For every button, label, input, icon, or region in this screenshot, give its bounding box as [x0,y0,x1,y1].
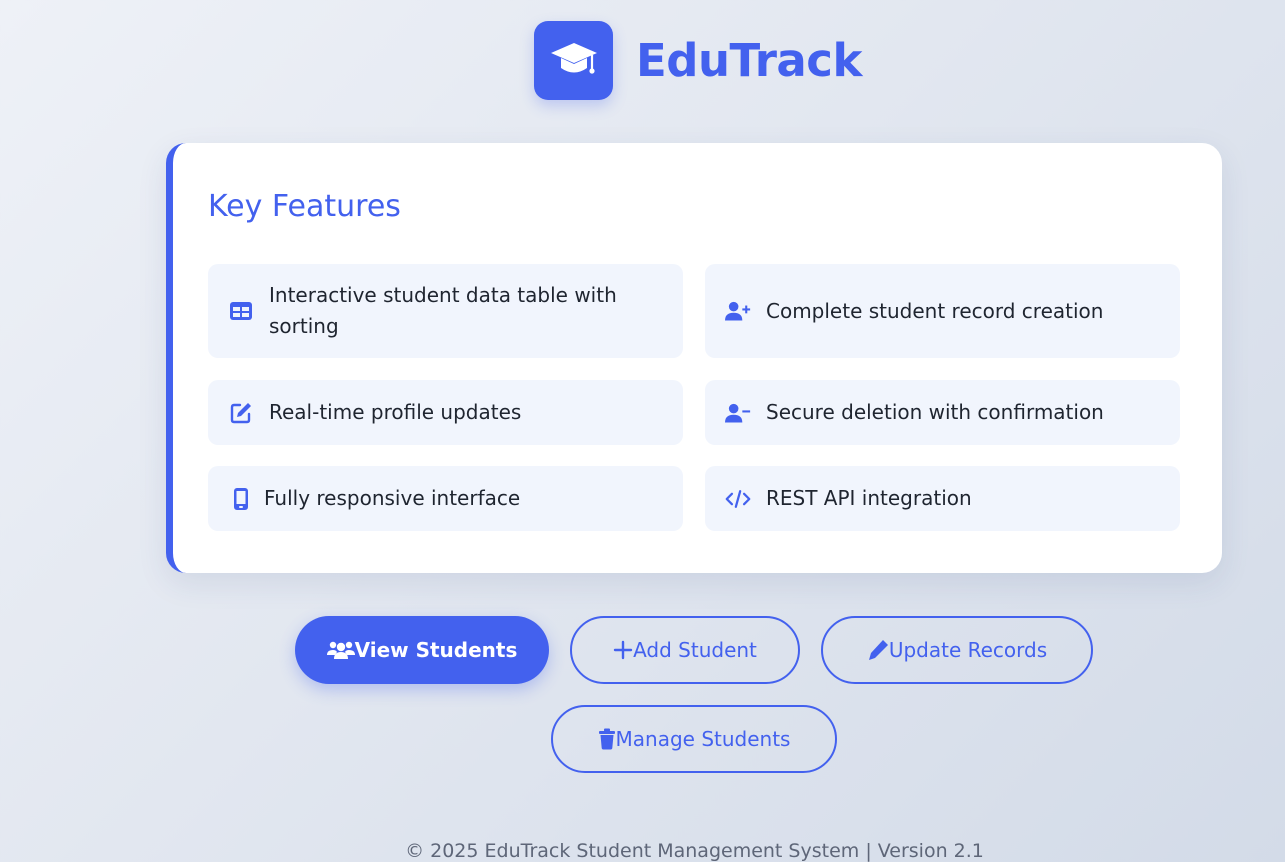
feature-item-rest-api: REST API integration [705,466,1180,531]
update-records-label: Update Records [888,638,1048,662]
user-plus-icon [725,298,751,324]
feature-item-profile-updates: Real-time profile updates [208,380,683,445]
pen-icon [867,639,889,661]
plus-icon [613,640,633,660]
feature-label: Real-time profile updates [269,400,522,424]
brand-logo [534,21,613,100]
trash-icon [598,728,616,750]
manage-students-button[interactable]: Manage Students [551,705,837,773]
feature-item-data-table: Interactive student data table with sort… [208,264,683,358]
feature-label: Fully responsive interface [264,486,521,510]
feature-label: REST API integration [766,486,972,510]
features-card: Key Features Interactive student data ta… [166,143,1222,573]
feature-item-secure-deletion: Secure deletion with confirmation [705,380,1180,445]
add-student-button[interactable]: Add Student [570,616,800,684]
footer-text: © 2025 EduTrack Student Management Syste… [405,840,984,862]
view-students-button[interactable]: View Students [295,616,549,684]
mobile-icon [228,486,254,512]
add-student-label: Add Student [633,638,757,662]
view-students-label: View Students [354,638,518,662]
update-records-button[interactable]: Update Records [821,616,1093,684]
table-icon [228,298,254,324]
graduation-cap-icon [549,37,599,85]
feature-item-responsive: Fully responsive interface [208,466,683,531]
feature-label: Secure deletion with confirmation [766,400,1104,424]
feature-label: Interactive student data table with sort… [269,283,617,338]
features-title: Key Features [208,189,401,224]
edit-icon [228,400,254,426]
manage-students-label: Manage Students [615,727,791,751]
code-icon [725,486,751,512]
feature-label: Complete student record creation [766,298,1104,323]
users-icon [326,640,355,660]
feature-item-record-creation: Complete student record creation [705,264,1180,358]
brand-header: EduTrack [534,21,862,100]
user-minus-icon [725,400,751,426]
brand-name: EduTrack [636,34,862,87]
